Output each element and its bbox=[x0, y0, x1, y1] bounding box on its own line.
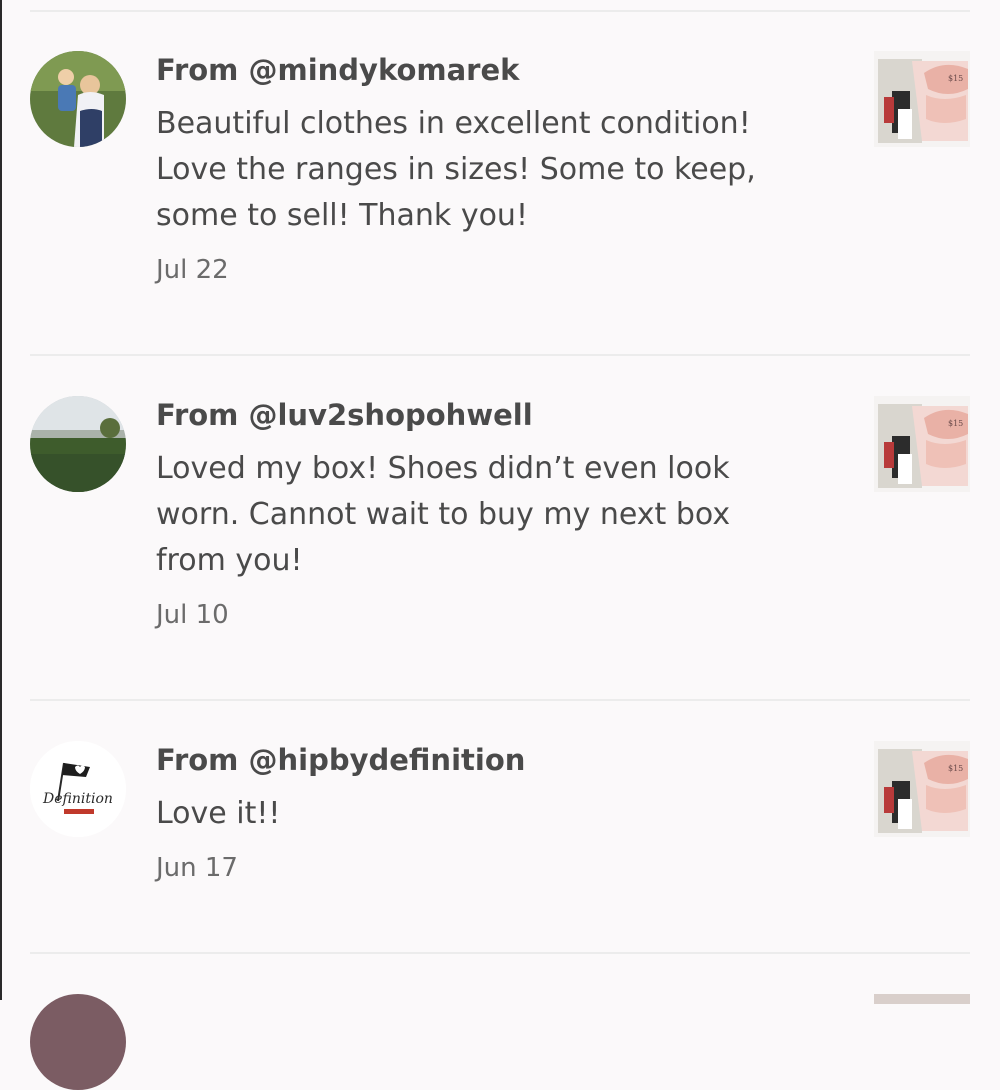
listing-photo-icon: $15 bbox=[874, 741, 970, 837]
user-avatar[interactable]: Definition bbox=[30, 741, 126, 837]
review-comment: Love it!! bbox=[156, 796, 281, 831]
divider bbox=[30, 699, 970, 701]
review-author[interactable]: From @luv2shopohwell bbox=[156, 396, 836, 434]
svg-text:$15: $15 bbox=[948, 74, 963, 83]
user-avatar[interactable] bbox=[30, 994, 126, 1090]
review-date: Jul 22 bbox=[156, 255, 229, 285]
review-comment: Beautiful clothes in excellent condition… bbox=[156, 106, 756, 233]
review-author[interactable]: From @mindykomarek bbox=[156, 51, 836, 89]
listing-thumbnail[interactable]: $15 bbox=[874, 51, 970, 147]
svg-text:$15: $15 bbox=[948, 764, 963, 773]
review-date: Jul 10 bbox=[156, 600, 229, 630]
photo-avatar-icon bbox=[30, 51, 126, 147]
review-date: Jun 17 bbox=[156, 853, 238, 883]
review-author[interactable]: From @hipbydefinition bbox=[156, 741, 836, 779]
listing-thumbnail[interactable] bbox=[874, 994, 970, 1004]
listing-photo-icon: $15 bbox=[874, 51, 970, 147]
user-avatar[interactable] bbox=[30, 396, 126, 492]
svg-text:$15: $15 bbox=[948, 419, 963, 428]
user-avatar[interactable] bbox=[30, 51, 126, 147]
logo-avatar-icon: Definition bbox=[30, 741, 126, 837]
divider bbox=[30, 354, 970, 356]
landscape-avatar-icon bbox=[30, 396, 126, 492]
divider bbox=[30, 10, 970, 12]
divider bbox=[30, 952, 970, 954]
listing-thumbnail[interactable]: $15 bbox=[874, 396, 970, 492]
listing-photo-icon: $15 bbox=[874, 396, 970, 492]
review-comment: Loved my box! Shoes didn’t even look wor… bbox=[156, 451, 731, 578]
svg-text:Definition: Definition bbox=[42, 791, 113, 807]
left-edge bbox=[0, 0, 2, 1000]
listing-thumbnail[interactable]: $15 bbox=[874, 741, 970, 837]
